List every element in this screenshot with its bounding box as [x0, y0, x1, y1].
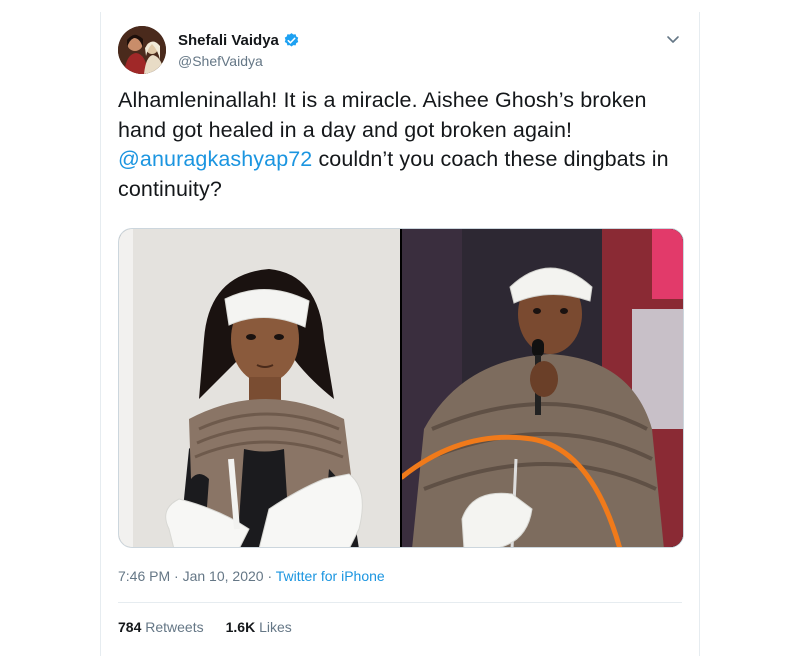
media-photo-left[interactable]	[119, 229, 400, 547]
meta-separator: ·	[267, 568, 273, 584]
tweet-date[interactable]: Jan 10, 2020	[183, 568, 264, 584]
divider	[118, 602, 682, 603]
verified-badge-icon	[283, 32, 300, 49]
tweet-source-link[interactable]: Twitter for iPhone	[276, 568, 385, 584]
author-handle[interactable]: @ShefVaidya	[178, 53, 300, 69]
retweets-label: Retweets	[145, 619, 204, 635]
tweet-media	[118, 228, 684, 548]
chevron-down-icon[interactable]	[664, 30, 682, 48]
likes-label: Likes	[259, 619, 292, 635]
avatar[interactable]	[118, 26, 166, 74]
tweet-text: Alhamleninallah! It is a miracle. Aishee…	[118, 86, 684, 204]
tweet-time[interactable]: 7:46 PM	[118, 568, 170, 584]
tweet-stats: 784 Retweets 1.6K Likes	[118, 619, 292, 635]
likes-stat[interactable]: 1.6K Likes	[226, 619, 292, 635]
author-names: Shefali Vaidya @ShefVaidya	[178, 32, 300, 69]
retweets-stat[interactable]: 784 Retweets	[118, 619, 204, 635]
likes-count: 1.6K	[225, 619, 256, 635]
tweet-card: Shefali Vaidya @ShefVaidya Alhamleninall…	[100, 12, 700, 656]
mention-link[interactable]: @anuragkashyap72	[118, 147, 312, 171]
author-display-name-row[interactable]: Shefali Vaidya	[178, 32, 300, 49]
meta-separator: ·	[174, 568, 179, 584]
tweet-text-part-1: Alhamleninallah! It is a miracle. Aishee…	[118, 88, 647, 142]
tweet-meta: 7:46 PM · Jan 10, 2020 · Twitter for iPh…	[118, 568, 385, 584]
author-display-name[interactable]: Shefali Vaidya	[178, 32, 279, 49]
media-photo-right[interactable]	[402, 229, 683, 547]
tweet-header: Shefali Vaidya @ShefVaidya	[118, 26, 682, 80]
retweets-count: 784	[118, 619, 142, 635]
